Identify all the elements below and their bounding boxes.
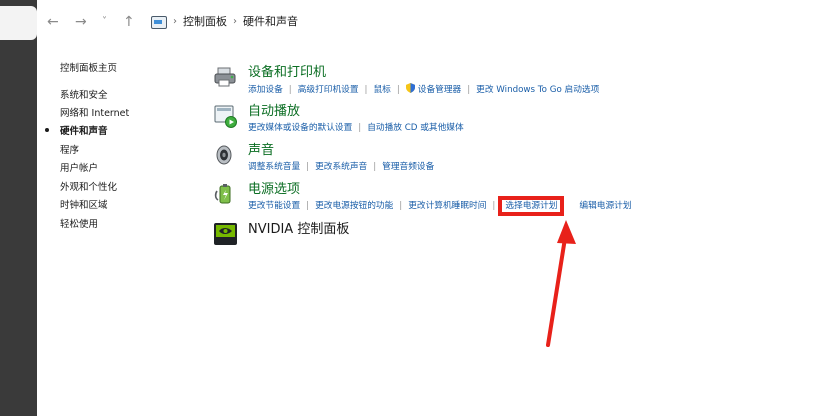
annotation-arrow-shaft (546, 230, 568, 347)
annotation-arrow-head (557, 220, 576, 244)
annotation-arrow (546, 220, 576, 347)
